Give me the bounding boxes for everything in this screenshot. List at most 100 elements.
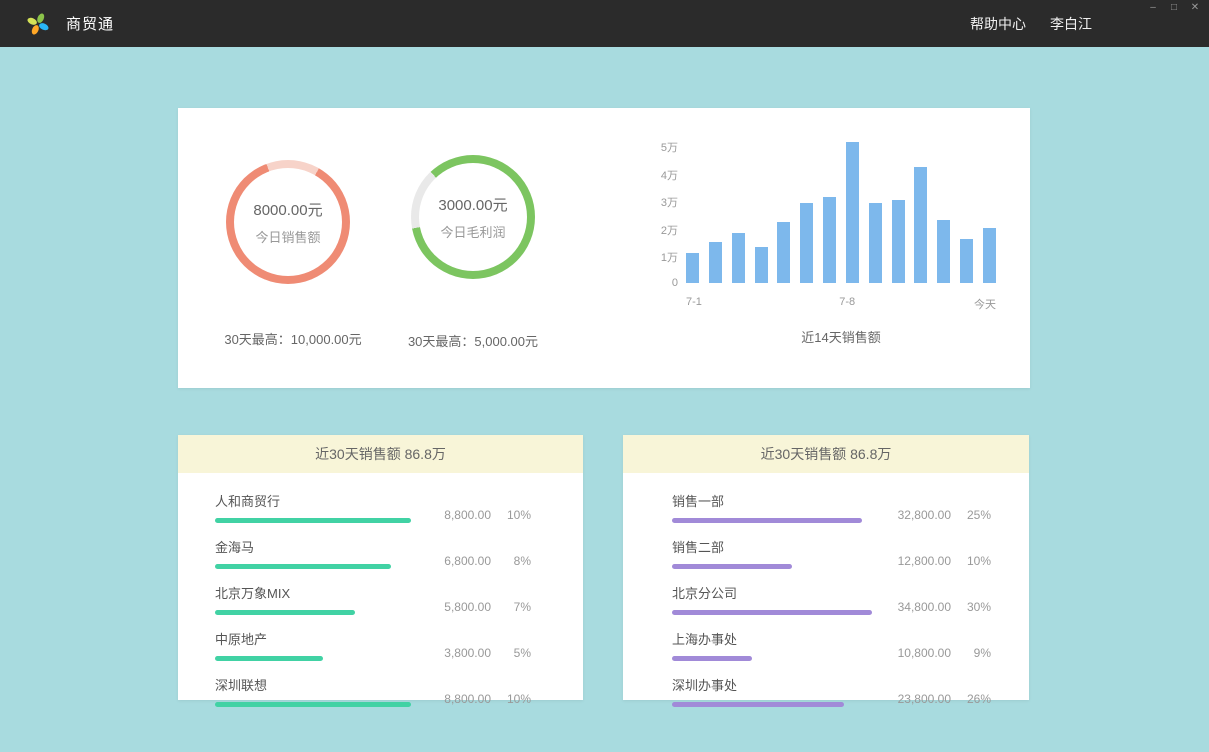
list-item: 北京分公司 34,800.00 30%	[672, 583, 991, 615]
chart-bar	[937, 220, 950, 283]
item-name: 深圳办事处	[672, 675, 872, 694]
chart-bar	[777, 222, 790, 283]
item-percent: 9%	[963, 646, 991, 660]
item-name: 销售二部	[672, 537, 872, 556]
y-tick-label: 0	[672, 277, 678, 289]
minimize-button[interactable]: –	[1147, 2, 1159, 14]
customers-panel-title: 近30天销售额 86.8万	[178, 435, 583, 473]
item-amount: 8,800.00	[429, 692, 491, 706]
item-progress-bar	[672, 518, 862, 523]
item-amount: 32,800.00	[889, 508, 951, 522]
chart-bar	[823, 197, 836, 283]
list-item: 销售一部 32,800.00 25%	[672, 491, 991, 523]
titlebar: 商贸通 帮助中心 李白江 – □ ✕	[0, 0, 1209, 47]
chart-x-axis: 7-1 7-8 今天	[686, 296, 996, 310]
today-profit-value: 3000.00元	[438, 194, 507, 215]
item-amount: 10,800.00	[889, 646, 951, 660]
chart-bar	[914, 167, 927, 283]
today-profit-label: 今日毛利润	[438, 222, 507, 241]
departments-panel-title: 近30天销售额 86.8万	[623, 435, 1029, 473]
today-sales-label: 今日销售额	[253, 227, 322, 246]
item-percent: 30%	[963, 600, 991, 614]
chart-caption: 近14天销售额	[686, 327, 996, 346]
y-tick-label: 1万	[661, 249, 678, 265]
titlebar-menu: 帮助中心 李白江	[970, 0, 1092, 47]
customers-panel-body: 人和商贸行8,800.0010%金海马6,800.008%北京万象MIX5,80…	[178, 473, 583, 707]
departments-panel: 近30天销售额 86.8万 销售一部 32,800.00 25% 销售二部12,800…	[623, 435, 1029, 700]
chart-bar	[869, 203, 882, 283]
y-tick-label: 4万	[661, 167, 678, 183]
item-progress-bar	[672, 656, 752, 661]
item-name: 北京分公司	[672, 583, 872, 602]
window-controls: – □ ✕	[1147, 2, 1201, 14]
chart-bar	[983, 228, 996, 283]
item-amount: 6,800.00	[429, 554, 491, 568]
today-sales-ring-center: 8000.00元 今日销售额	[253, 199, 322, 246]
app-logo-icon	[26, 12, 50, 36]
item-progress-bar	[215, 564, 391, 569]
user-name-link[interactable]: 李白江	[1050, 14, 1092, 34]
x-tick-label: 7-1	[686, 296, 702, 308]
item-percent: 25%	[963, 508, 991, 522]
item-percent: 10%	[503, 508, 531, 522]
item-percent: 10%	[963, 554, 991, 568]
list-item: 北京万象MIX 5,800.00 7%	[215, 583, 531, 615]
list-item: 中原地产3,800.005%	[215, 629, 531, 661]
list-item: 人和商贸行8,800.0010%	[215, 491, 531, 523]
item-name: 中原地产	[215, 629, 415, 648]
app-title: 商贸通	[66, 13, 114, 34]
chart-bar	[892, 200, 905, 283]
item-amount: 3,800.00	[429, 646, 491, 660]
y-tick-label: 5万	[661, 139, 678, 155]
item-progress-bar	[215, 610, 355, 615]
today-profit-ring: 3000.00元 今日毛利润	[411, 155, 535, 279]
item-percent: 26%	[963, 692, 991, 706]
item-percent: 7%	[503, 600, 531, 614]
x-tick-label: 7-8	[839, 296, 855, 308]
item-name: 北京万象MIX	[215, 583, 415, 602]
y-tick-label: 2万	[661, 222, 678, 238]
chart-bar	[800, 203, 813, 283]
departments-panel-body: 销售一部 32,800.00 25% 销售二部12,800.0010% 北京分公司 34,…	[623, 473, 1029, 707]
close-button[interactable]: ✕	[1189, 2, 1201, 14]
item-progress-bar	[672, 702, 844, 707]
item-amount: 23,800.00	[889, 692, 951, 706]
list-item: 深圳办事处 23,800.00 26%	[672, 675, 991, 707]
today-profit-ring-center: 3000.00元 今日毛利润	[438, 194, 507, 241]
chart-bar	[732, 233, 745, 283]
list-item: 销售二部12,800.0010%	[672, 537, 991, 569]
customers-panel: 近30天销售额 86.8万 人和商贸行8,800.0010%金海马6,800.0…	[178, 435, 583, 700]
list-item: 深圳联想 8,800.00 10%	[215, 675, 531, 707]
bar-chart-plot	[686, 145, 996, 283]
item-progress-bar	[215, 518, 411, 523]
item-amount: 8,800.00	[429, 508, 491, 522]
maximize-button[interactable]: □	[1168, 2, 1180, 14]
chart-bar	[846, 142, 859, 283]
item-amount: 34,800.00	[889, 600, 951, 614]
list-item: 金海马 6,800.00 8%	[215, 537, 531, 569]
chart-y-axis: 5万 4万 3万 2万 1万 0	[618, 139, 678, 289]
chart-bar	[755, 247, 768, 283]
list-item: 上海办事处 10,800.00 9%	[672, 629, 991, 661]
item-progress-bar	[672, 610, 872, 615]
summary-card: 8000.00元 今日销售额 30天最高：10,000.00元 3000.00元…	[178, 108, 1030, 388]
chart-bar	[960, 239, 973, 283]
item-percent: 10%	[503, 692, 531, 706]
item-progress-bar	[215, 656, 323, 661]
profit-30d-max: 30天最高：5,000.00元	[363, 331, 583, 350]
item-progress-bar	[672, 564, 792, 569]
item-name: 金海马	[215, 537, 415, 556]
y-tick-label: 3万	[661, 194, 678, 210]
item-percent: 8%	[503, 554, 531, 568]
help-center-link[interactable]: 帮助中心	[970, 14, 1026, 34]
item-name: 上海办事处	[672, 629, 872, 648]
today-sales-ring: 8000.00元 今日销售额	[226, 160, 350, 284]
item-name: 深圳联想	[215, 675, 415, 694]
chart-bar	[686, 253, 699, 283]
today-sales-value: 8000.00元	[253, 199, 322, 220]
x-tick-label: 今天	[974, 296, 996, 312]
item-name: 销售一部	[672, 491, 872, 510]
item-amount: 5,800.00	[429, 600, 491, 614]
chart-bar	[709, 242, 722, 283]
item-progress-bar	[215, 702, 411, 707]
